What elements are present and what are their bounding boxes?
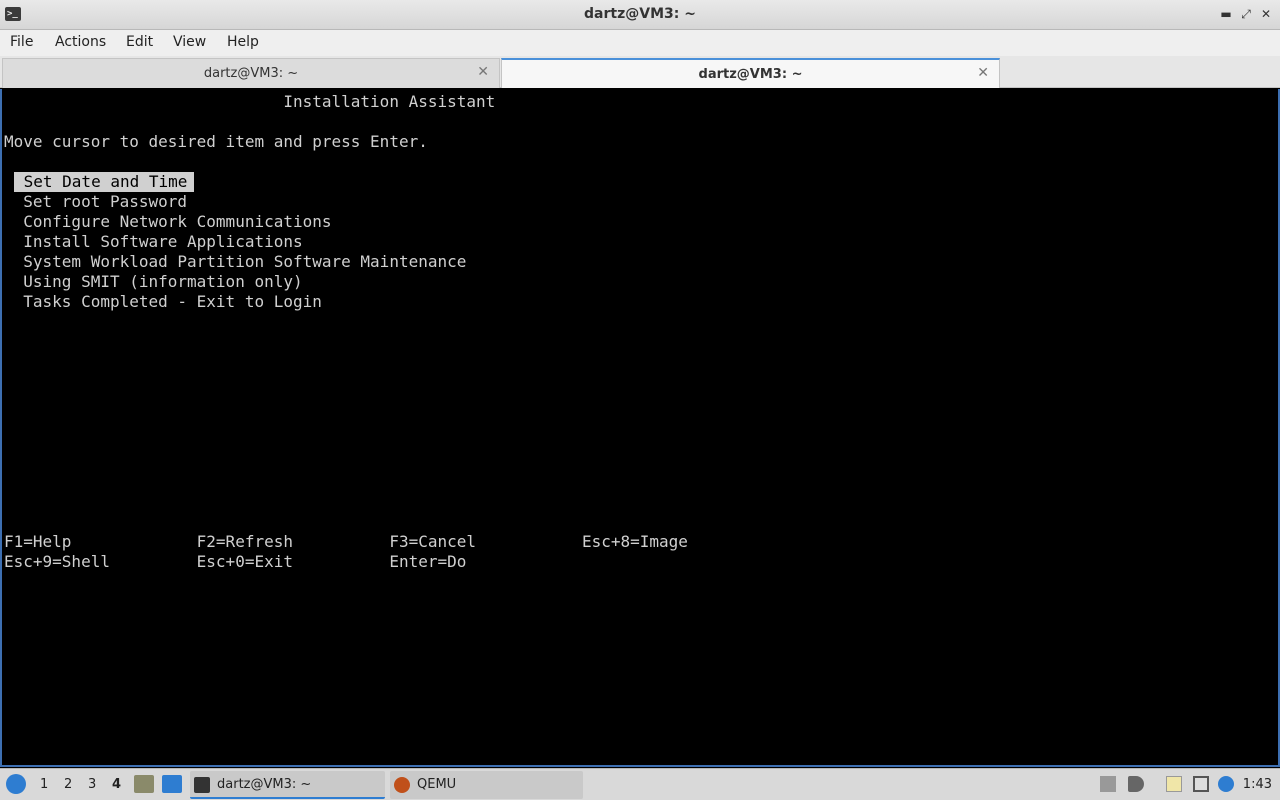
menu-bar: File Actions Edit View Help: [0, 30, 1280, 56]
window-titlebar[interactable]: >_ dartz@VM3: ~ ▬ ⤢ ✕: [0, 0, 1280, 30]
qemu-icon: [394, 777, 410, 793]
tab-label: dartz@VM3: ~: [203, 66, 299, 81]
menu-item-set-root-password[interactable]: Set root Password: [4, 192, 187, 212]
terminal-area[interactable]: Installation Assistant Move cursor to de…: [0, 89, 1280, 767]
taskbar: 1 2 3 4 dartz@VM3: ~ QEMU 1:43: [0, 768, 1280, 800]
file-manager-icon[interactable]: [134, 775, 154, 793]
menu-item-using-smit[interactable]: Using SMIT (information only): [4, 272, 302, 292]
terminal-header: Installation Assistant: [4, 92, 496, 111]
clipboard-icon[interactable]: [1166, 776, 1182, 792]
upload-tray-icon[interactable]: [1100, 776, 1116, 792]
tab-close-icon[interactable]: ✕: [977, 65, 989, 81]
menu-actions[interactable]: Actions: [55, 34, 106, 50]
workspace-3[interactable]: 3: [88, 777, 96, 792]
tab-label: dartz@VM3: ~: [698, 67, 803, 82]
minimize-icon[interactable]: ▬: [1218, 6, 1234, 22]
close-icon[interactable]: ✕: [1258, 6, 1274, 22]
volume-icon[interactable]: [1128, 776, 1144, 792]
menu-help[interactable]: Help: [227, 34, 259, 50]
menu-edit[interactable]: Edit: [126, 34, 153, 50]
workspace-1[interactable]: 1: [40, 777, 48, 792]
window-title: dartz@VM3: ~: [584, 6, 696, 22]
show-desktop-icon[interactable]: [162, 775, 182, 793]
function-keys-row-1: F1=Help F2=Refresh F3=Cancel Esc+8=Image: [4, 532, 688, 551]
tab-terminal-1[interactable]: dartz@VM3: ~ ✕: [2, 58, 500, 88]
workspace-4[interactable]: 4: [112, 777, 121, 792]
menu-item-exit-to-login[interactable]: Tasks Completed - Exit to Login: [4, 292, 322, 312]
workspace-2[interactable]: 2: [64, 777, 72, 792]
start-menu-icon[interactable]: [6, 774, 26, 794]
taskbar-item-qemu[interactable]: QEMU: [390, 771, 583, 799]
taskbar-item-label: dartz@VM3: ~: [217, 777, 312, 792]
menu-item-configure-network[interactable]: Configure Network Communications: [4, 212, 331, 232]
tab-close-icon[interactable]: ✕: [477, 64, 489, 80]
function-keys-row-2: Esc+9=Shell Esc+0=Exit Enter=Do: [4, 552, 467, 571]
tab-bar: dartz@VM3: ~ ✕ dartz@VM3: ~ ✕: [0, 56, 1280, 88]
terminal-icon: [194, 777, 210, 793]
taskbar-item-terminal[interactable]: dartz@VM3: ~: [190, 771, 385, 799]
tab-terminal-2[interactable]: dartz@VM3: ~ ✕: [501, 58, 1000, 88]
maximize-icon[interactable]: ⤢: [1238, 6, 1254, 22]
network-icon[interactable]: [1193, 776, 1209, 792]
menu-item-install-software[interactable]: Install Software Applications: [4, 232, 302, 252]
menu-file[interactable]: File: [10, 34, 33, 50]
notification-icon[interactable]: [1218, 776, 1234, 792]
menu-item-wpar-maintenance[interactable]: System Workload Partition Software Maint…: [4, 252, 466, 272]
clock: 1:43: [1242, 777, 1272, 792]
taskbar-item-label: QEMU: [417, 777, 457, 792]
menu-item-set-date-time[interactable]: Set Date and Time: [14, 172, 194, 192]
menu-view[interactable]: View: [173, 34, 206, 50]
terminal-instruction: Move cursor to desired item and press En…: [4, 132, 428, 151]
